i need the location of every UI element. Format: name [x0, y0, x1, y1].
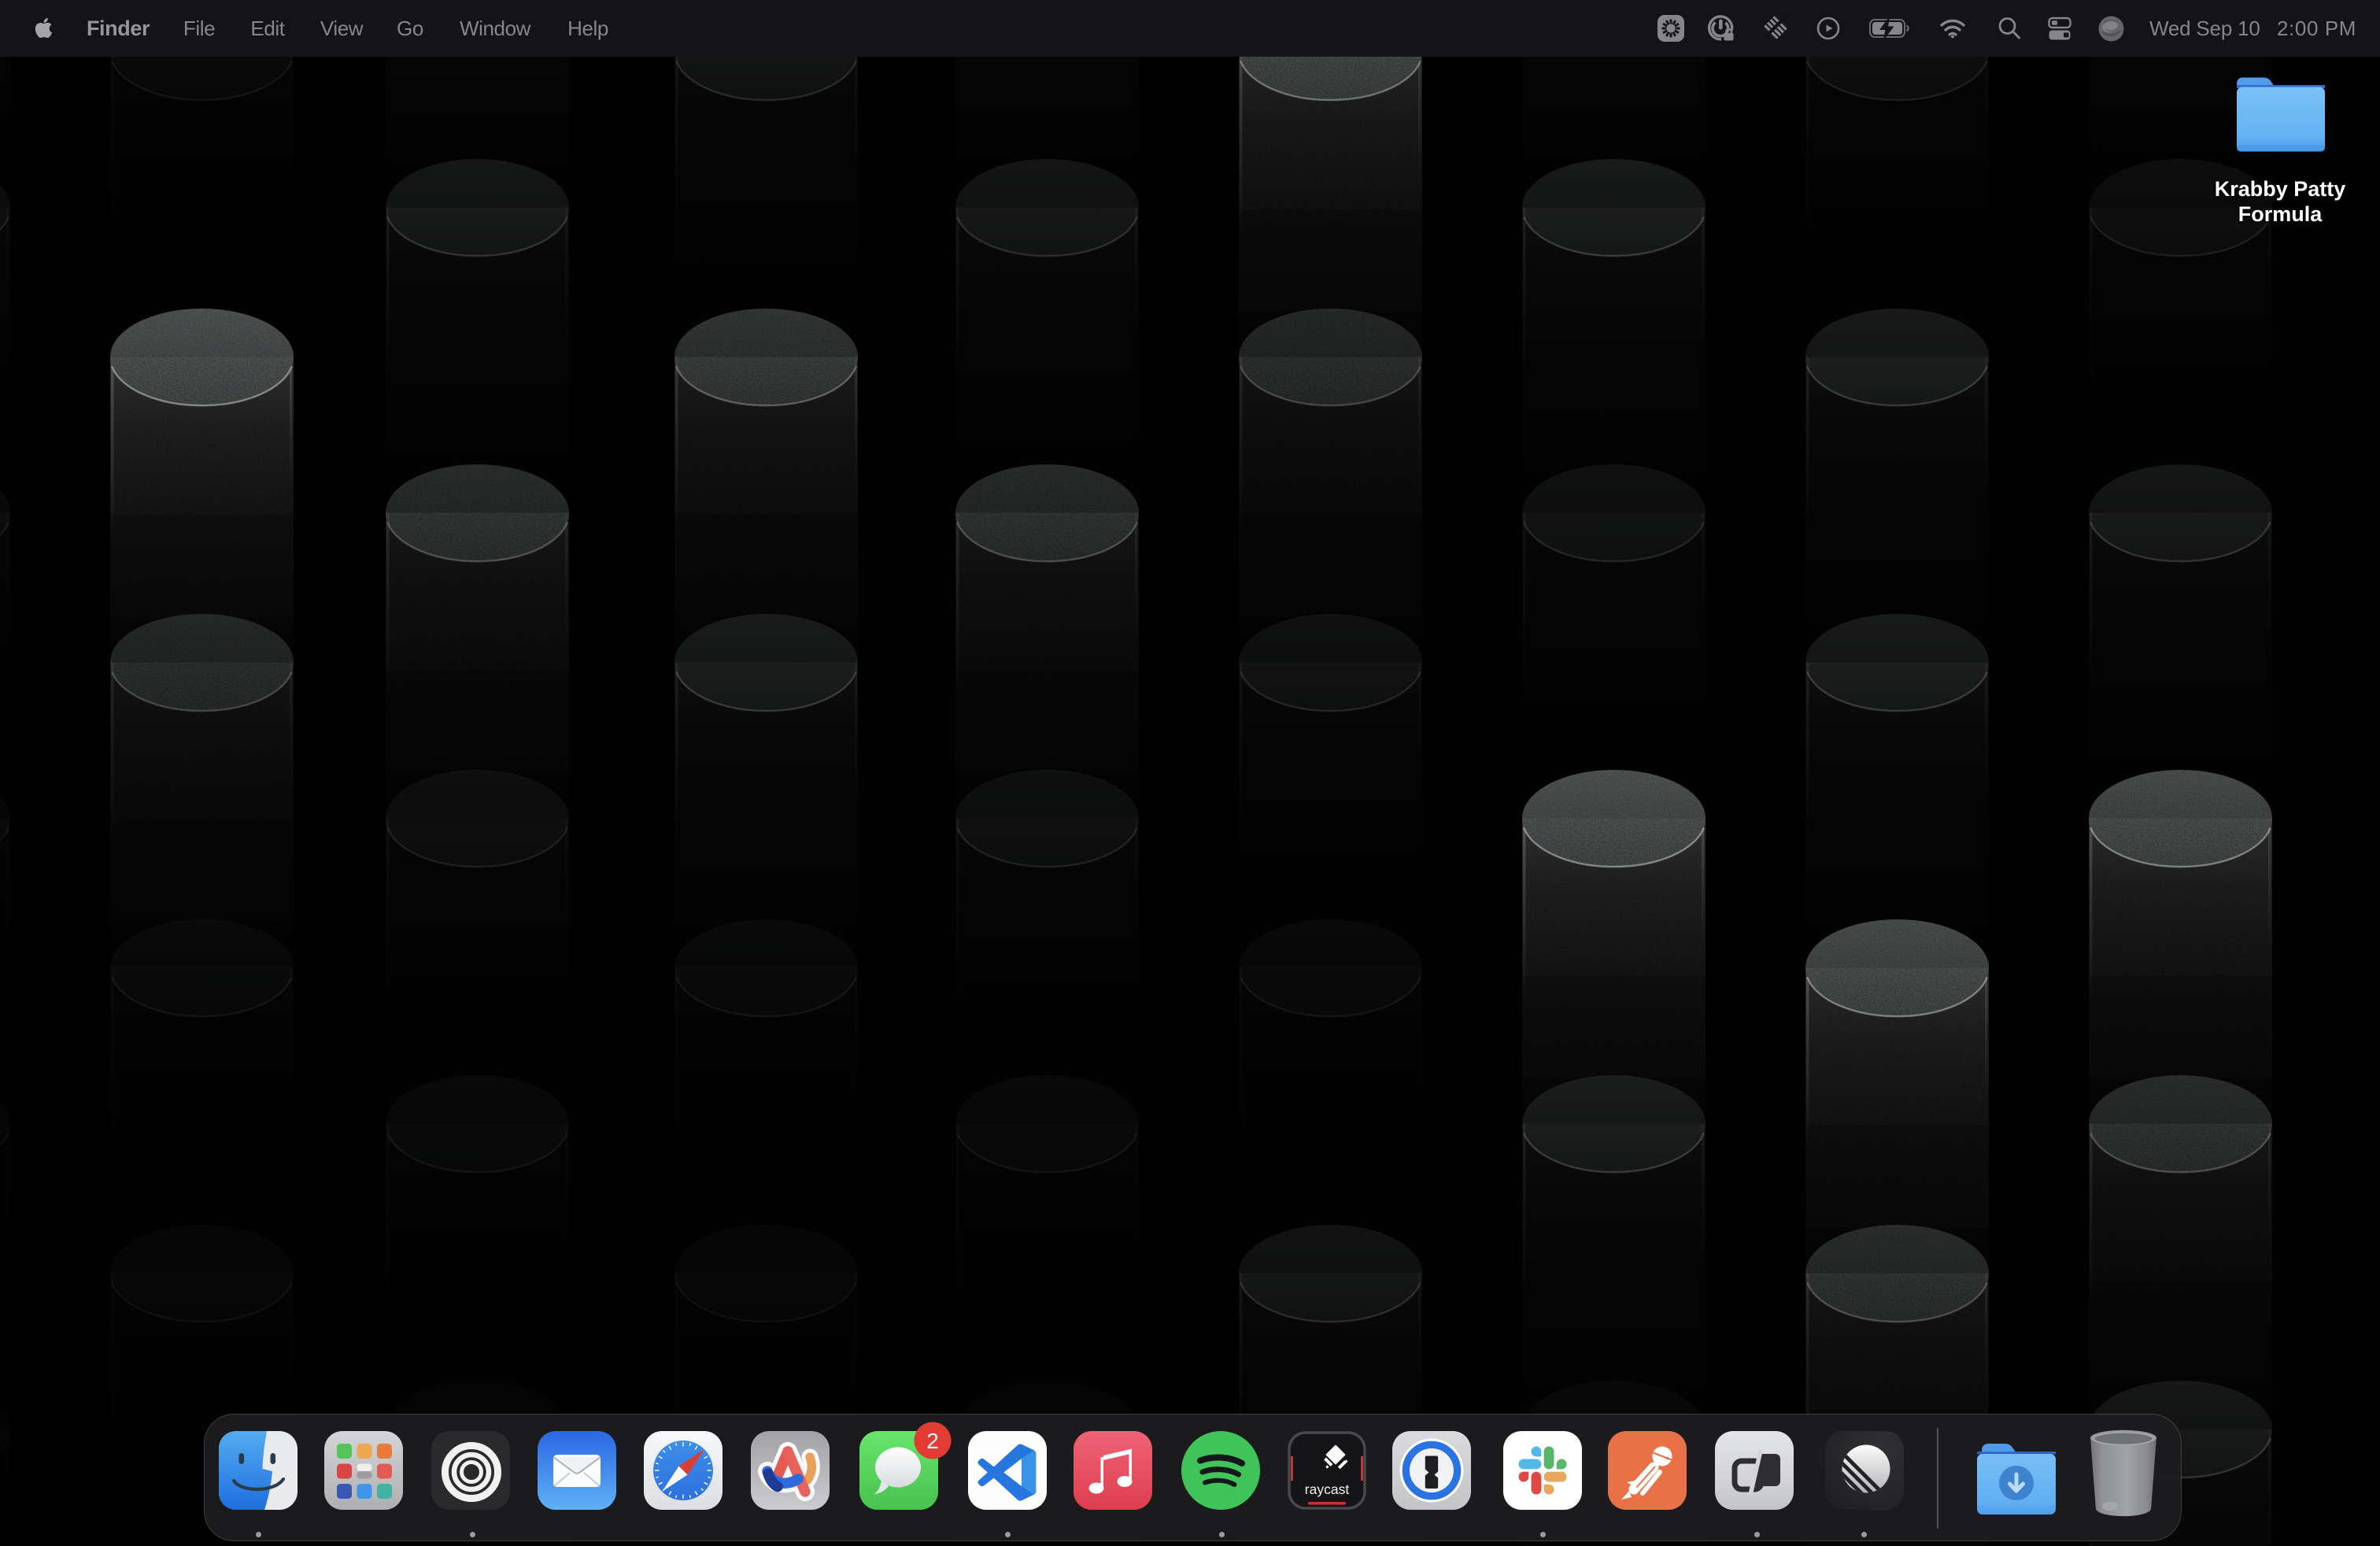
svg-text:2: 2 [926, 1429, 939, 1453]
svg-text:raycast: raycast [1305, 1481, 1350, 1497]
